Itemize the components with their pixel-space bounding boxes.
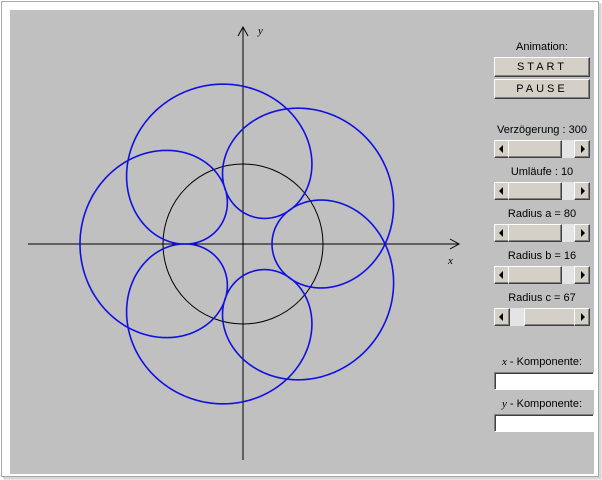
applet-area: y x Animation: START PAUSE Verzögerung :… [10, 10, 594, 474]
control-panel: Animation: START PAUSE Verzögerung : 300… [490, 10, 594, 474]
loops-label: Umläufe : 10 [510, 166, 574, 178]
y-component-suffix: - Komponente: [506, 398, 583, 410]
loops-right-arrow-icon[interactable] [574, 182, 590, 200]
pause-button[interactable]: PAUSE [494, 79, 590, 99]
x-component-label: x - Komponente: [490, 356, 594, 369]
loops-scrollbar[interactable] [494, 182, 590, 200]
radius-b-right-arrow-icon[interactable] [574, 266, 590, 284]
delay-scrollbar[interactable] [494, 140, 590, 158]
y-component-field[interactable] [494, 414, 594, 432]
radius-c-scrollbar[interactable] [494, 308, 590, 326]
radius-b-thumb[interactable] [508, 266, 562, 284]
radius-a-scrollbar[interactable] [494, 224, 590, 242]
epicycloid-plot: y x [28, 25, 461, 460]
delay-right-arrow-icon[interactable] [574, 140, 590, 158]
delay-label: Verzögerung : 300 [497, 124, 587, 136]
y-axis-label: y [257, 25, 263, 37]
radius-c-label: Radius c = 67 [508, 292, 576, 304]
radius-a-thumb[interactable] [508, 224, 562, 242]
x-component-field[interactable] [494, 372, 594, 390]
radius-b-scrollbar[interactable] [494, 266, 590, 284]
radius-b-label: Radius b = 16 [507, 250, 577, 262]
radius-a-label: Radius a = 80 [507, 208, 577, 220]
x-axis-label: x [447, 255, 453, 267]
applet-frame: y x Animation: START PAUSE Verzögerung :… [1, 1, 599, 477]
start-button[interactable]: START [494, 57, 590, 77]
delay-thumb[interactable] [508, 140, 562, 158]
radius-a-right-arrow-icon[interactable] [574, 224, 590, 242]
x-component-suffix: - Komponente: [506, 356, 583, 368]
animation-label: Animation: [516, 41, 568, 53]
y-component-label: y - Komponente: [490, 398, 594, 411]
loops-thumb[interactable] [508, 182, 562, 200]
radius-c-right-arrow-icon[interactable] [574, 308, 590, 326]
radius-c-thumb[interactable] [524, 308, 578, 326]
radius-c-left-arrow-icon[interactable] [494, 308, 510, 326]
